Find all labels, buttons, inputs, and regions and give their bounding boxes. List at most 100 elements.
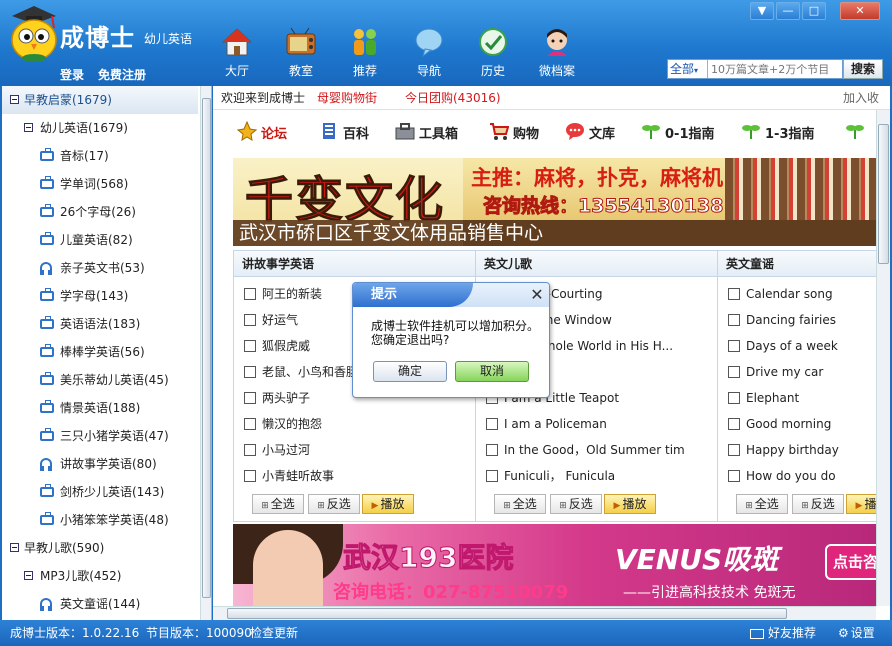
ok-button[interactable]: 确定	[373, 361, 447, 382]
recommend-friend-button[interactable]: 好友推荐	[750, 620, 816, 646]
main-vertical-scroll-thumb[interactable]	[878, 124, 889, 264]
item-checkbox[interactable]	[728, 366, 740, 378]
item-title[interactable]: 懒汉的抱怨	[262, 411, 322, 437]
collapse-icon[interactable]	[10, 543, 19, 552]
group-buy-link[interactable]: 今日团购(43016)	[405, 86, 501, 110]
sidebar-item[interactable]: 早教儿歌(590)	[2, 534, 198, 562]
sidebar-item[interactable]: 英文童谣(144)	[2, 590, 198, 618]
item-title[interactable]: 两头驴子	[262, 385, 310, 411]
check-update-link[interactable]: 检查更新	[250, 620, 298, 646]
collapse-icon[interactable]	[24, 123, 33, 132]
item-title[interactable]: Funiculi， Funicula	[504, 463, 615, 489]
item-title[interactable]: 好运气	[262, 307, 298, 333]
item-checkbox[interactable]	[244, 418, 256, 430]
item-title[interactable]: 小马过河	[262, 437, 310, 463]
invert-selection-button[interactable]: ⊞ 反选	[550, 494, 602, 514]
invert-selection-button[interactable]: ⊞ 反选	[792, 494, 844, 514]
search-category-select[interactable]: 全部▾	[668, 60, 708, 78]
main-vertical-scrollbar[interactable]	[876, 110, 890, 606]
item-title[interactable]: 小青蛙听故事	[262, 463, 334, 489]
item-checkbox[interactable]	[244, 470, 256, 482]
item-title[interactable]: In the Good，Old Summer tim	[504, 437, 685, 463]
nav-hall[interactable]: 大厅	[210, 26, 264, 82]
play-button[interactable]: ▶播放	[362, 494, 414, 514]
ad-banner-hospital[interactable]: 武汉193医院 咨询电话：027-87510079 VENUS吸斑 ——引进高科…	[233, 524, 876, 606]
sidebar-item[interactable]: 棒棒学英语(56)	[2, 338, 198, 366]
item-checkbox[interactable]	[244, 392, 256, 404]
item-checkbox[interactable]	[728, 444, 740, 456]
item-title[interactable]: 老鼠、小鸟和香肠	[262, 359, 358, 385]
sidebar-scrollbar[interactable]	[200, 86, 211, 620]
item-checkbox[interactable]	[728, 288, 740, 300]
item-checkbox[interactable]	[728, 340, 740, 352]
play-button[interactable]: ▶播放	[604, 494, 656, 514]
item-title[interactable]: Good morning	[746, 411, 831, 437]
sidebar-item[interactable]: 儿童英语(82)	[2, 226, 198, 254]
item-checkbox[interactable]	[244, 444, 256, 456]
item-title[interactable]: Drive my car	[746, 359, 823, 385]
item-title[interactable]: How do you do	[746, 463, 836, 489]
nav-guide[interactable]: 导航	[402, 26, 456, 82]
item-checkbox[interactable]	[728, 418, 740, 430]
sidebar-item[interactable]: 讲故事学英语(80)	[2, 450, 198, 478]
sidebar-item[interactable]: 早教启蒙(1679)	[2, 86, 198, 114]
sidebar-item[interactable]: MP3儿歌(452)	[2, 562, 198, 590]
select-all-button[interactable]: ⊞ 全选	[494, 494, 546, 514]
sidebar-item[interactable]: 学单词(568)	[2, 170, 198, 198]
sidebar-item[interactable]: 剑桥少儿英语(143)	[2, 478, 198, 506]
consult-button[interactable]: 点击咨	[825, 544, 876, 580]
item-title[interactable]: I am a Policeman	[504, 411, 607, 437]
item-checkbox[interactable]	[728, 470, 740, 482]
select-all-button[interactable]: ⊞ 全选	[252, 494, 304, 514]
item-title[interactable]: 阿王的新装	[262, 281, 322, 307]
invert-selection-button[interactable]: ⊞ 反选	[308, 494, 360, 514]
add-favorite-link[interactable]: 加入收	[843, 86, 879, 110]
item-checkbox[interactable]	[244, 288, 256, 300]
item-title[interactable]: Happy birthday	[746, 437, 839, 463]
menu-button[interactable]: ▼	[750, 2, 774, 20]
sidebar-item[interactable]: 小猪笨笨学英语(48)	[2, 506, 198, 534]
item-checkbox[interactable]	[486, 470, 498, 482]
nav-history[interactable]: 历史	[466, 26, 520, 82]
nav-classroom[interactable]: 教室	[274, 26, 328, 82]
ad-banner-mahjong[interactable]: 千变文化 主推：麻将，扑克，麻将机 咨询热线：13554130138 武汉市硚口…	[233, 158, 876, 246]
search-button[interactable]: 搜索	[843, 59, 883, 79]
settings-button[interactable]: ⚙ 设置	[838, 620, 875, 646]
select-all-button[interactable]: ⊞ 全选	[736, 494, 788, 514]
item-checkbox[interactable]	[486, 418, 498, 430]
dialog-close-icon[interactable]: ✕	[529, 287, 545, 303]
item-title[interactable]: Elephant	[746, 385, 799, 411]
item-title[interactable]: Days of a week	[746, 333, 838, 359]
collapse-icon[interactable]	[10, 95, 19, 104]
sidebar-item[interactable]: 幼儿英语(1679)	[2, 114, 198, 142]
sidebar-item[interactable]: 亲子英文书(53)	[2, 254, 198, 282]
main-horizontal-scroll-thumb[interactable]	[227, 608, 787, 619]
close-button[interactable]: ✕	[840, 2, 880, 20]
item-checkbox[interactable]	[244, 314, 256, 326]
sidebar-item[interactable]: 美乐蒂幼儿英语(45)	[2, 366, 198, 394]
item-checkbox[interactable]	[728, 392, 740, 404]
sidebar-item[interactable]: 英语语法(183)	[2, 310, 198, 338]
maximize-button[interactable]: □	[802, 2, 826, 20]
sidebar-item[interactable]: 三只小猪学英语(47)	[2, 422, 198, 450]
minimize-button[interactable]: —	[776, 2, 800, 20]
cancel-button[interactable]: 取消	[455, 361, 529, 382]
item-checkbox[interactable]	[728, 314, 740, 326]
item-title[interactable]: Calendar song	[746, 281, 833, 307]
sidebar-scroll-thumb[interactable]	[202, 98, 211, 598]
item-title[interactable]: 狐假虎威	[262, 333, 310, 359]
item-checkbox[interactable]	[244, 340, 256, 352]
collapse-icon[interactable]	[24, 571, 33, 580]
main-horizontal-scrollbar[interactable]	[213, 606, 876, 620]
item-title[interactable]: Dancing fairies	[746, 307, 836, 333]
sidebar-item[interactable]: 26个字母(26)	[2, 198, 198, 226]
sidebar-item[interactable]: 学字母(143)	[2, 282, 198, 310]
item-checkbox[interactable]	[244, 366, 256, 378]
shopping-link[interactable]: 母婴购物街	[317, 86, 377, 110]
sidebar-item[interactable]: 音标(17)	[2, 142, 198, 170]
sidebar-item[interactable]: 情景英语(188)	[2, 394, 198, 422]
register-link[interactable]: 免费注册	[98, 66, 146, 83]
nav-recommend[interactable]: 推荐	[338, 26, 392, 82]
search-input[interactable]	[708, 60, 842, 78]
item-checkbox[interactable]	[486, 444, 498, 456]
